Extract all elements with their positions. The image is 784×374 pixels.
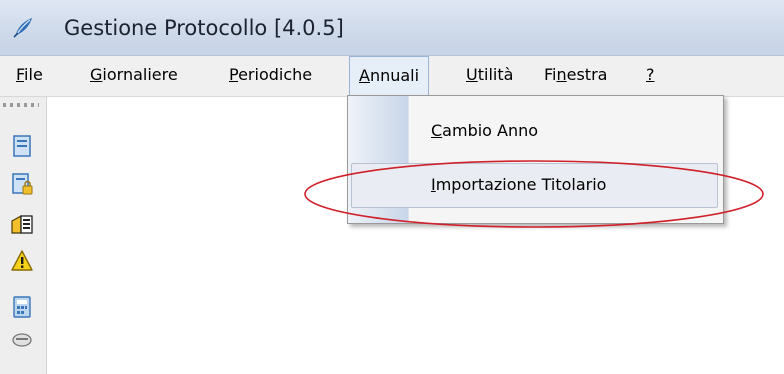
menu-giornaliere[interactable]: Giornaliere [90,56,178,96]
document-lock-icon[interactable] [11,173,33,195]
menu-periodiche-label: eriodiche [238,65,313,84]
toolbar-grip[interactable] [3,103,39,107]
menu-annuali[interactable]: Annuali [349,56,430,96]
window-title: Gestione Protocollo [4.0.5] [64,16,344,40]
menu-item-cambio-anno[interactable]: Cambio Anno [351,109,718,154]
menu-finestra-label: estra [566,65,608,84]
title-bar[interactable]: Gestione Protocollo [4.0.5] [0,0,784,56]
menu-annuali-label: nnuali [369,66,420,85]
menu-file-label: ile [24,65,43,84]
menu-file[interactable]: File [16,56,43,96]
document-icon[interactable] [11,135,33,157]
menu-item-cambio-anno-label: Cambio Anno [431,121,539,140]
menu-item-importazione-titolario[interactable]: Importazione Titolario [351,163,718,208]
menu-bar: File Giornaliere Periodiche Annuali Util… [0,56,784,97]
side-toolbar [0,97,47,374]
menu-giornaliere-label: iornaliere [102,65,178,84]
menu-periodiche-mnemonic: P [229,65,239,84]
menu-giornaliere-mnemonic: G [90,65,103,84]
menu-finestra-label-pre: Fi [544,65,557,84]
app-feather-icon [13,18,32,38]
menu-annuali-mnemonic: A [359,66,370,85]
menu-help[interactable]: ? [646,56,655,96]
warning-icon[interactable] [11,250,33,272]
menu-finestra-mnemonic: n [556,65,567,84]
register-icon[interactable] [11,213,33,235]
menu-periodiche[interactable]: Periodiche [229,56,312,96]
annuali-dropdown-menu: Cambio Anno Importazione Titolario [347,95,724,224]
menu-help-mnemonic: ? [646,65,655,84]
menu-item-importazione-titolario-label: Importazione Titolario [431,175,607,194]
stamp-icon[interactable] [11,332,33,354]
menu-utilita[interactable]: Utilità [466,56,513,96]
calculator-icon[interactable] [11,296,33,318]
menu-utilita-label: tilità [477,65,514,84]
menu-finestra[interactable]: Finestra [544,56,607,96]
menu-utilita-mnemonic: U [466,65,478,84]
menu-file-mnemonic: F [16,65,25,84]
